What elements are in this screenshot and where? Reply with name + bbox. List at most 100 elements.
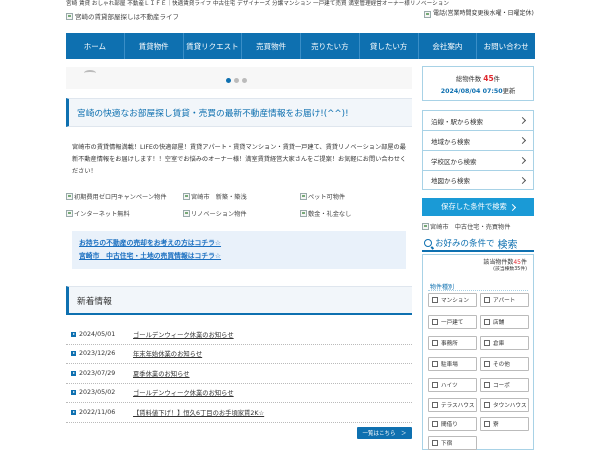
- search-by-line[interactable]: 沿線・駅から検索: [422, 110, 534, 130]
- link-zero-initial-cost[interactable]: 初期費用ゼロ円キャンペーン物件: [66, 192, 167, 201]
- image-icon: [300, 193, 307, 200]
- site-logo[interactable]: 宮崎の賃貸部屋探しは不動産ライフ: [66, 11, 179, 21]
- news-date: 2023/05/02: [79, 389, 116, 397]
- slider-dot[interactable]: [234, 78, 239, 83]
- news-title[interactable]: 【賃料値下げ！】恒久6丁目のお手頃家賃2K☆: [133, 408, 264, 417]
- hits-number: 45: [513, 259, 521, 266]
- sale-link-used-homes[interactable]: 宮崎市 中古住宅・土地の売買情報はコチラ☆: [79, 250, 399, 263]
- loading-spinner-icon: [84, 70, 96, 76]
- type-checkbox-terrace-house[interactable]: テラスハウス: [428, 398, 477, 412]
- type-checkbox-parking[interactable]: 駐車場: [428, 357, 477, 371]
- nav-item-rental-request[interactable]: 賃貸リクエスト: [184, 33, 243, 59]
- news-more-button[interactable]: 一覧はこちら ＞: [357, 427, 412, 439]
- phone-alt-text: 電話(営業時間変更後水曜・日曜定休): [433, 10, 534, 17]
- nav-item-rental[interactable]: 賃貸物件: [125, 33, 184, 59]
- arrow-icon: [71, 331, 76, 337]
- chevron-right-icon: [518, 176, 527, 184]
- checkbox-label: 寮: [493, 422, 499, 428]
- saved-search-button[interactable]: 保存した条件で検索: [422, 198, 534, 216]
- type-checkbox-dormitory[interactable]: 寮: [480, 417, 529, 431]
- nav-item-company[interactable]: 会社案内: [419, 33, 478, 59]
- type-checkbox-room-share[interactable]: 間借り: [428, 417, 477, 431]
- divider: [428, 290, 528, 291]
- checkbox[interactable]: [432, 340, 438, 346]
- nav-item-sale[interactable]: 売買物件: [242, 33, 301, 59]
- link-label: 初期費用ゼロ円キャンペーン物件: [74, 194, 167, 201]
- type-checkbox-office[interactable]: 事務所: [428, 336, 477, 350]
- sale-info-box: お持ちの不動産の売却をお考えの方はコチラ☆ 宮崎市 中古住宅・土地の売買情報はコ…: [72, 231, 406, 269]
- news-item: 2023/07/29 夏季休業のお知らせ: [66, 364, 412, 384]
- counter-unit: 件: [493, 76, 500, 83]
- type-checkbox-other[interactable]: その他: [480, 357, 529, 371]
- slider-dot[interactable]: [226, 78, 231, 83]
- news-title[interactable]: ゴールデンウィーク休業のお知らせ: [133, 388, 234, 397]
- type-checkbox-corpo[interactable]: コーポ: [480, 378, 529, 392]
- image-icon: [66, 193, 73, 200]
- main-nav: ホーム 賃貸物件 賃貸リクエスト 売買物件 売りたい方 貸したい方 会社案内 お…: [66, 33, 535, 59]
- link-pet-ok[interactable]: ペット可物件: [300, 192, 345, 201]
- search-by-map[interactable]: 地図から検索: [422, 170, 534, 190]
- nav-item-sellers[interactable]: 売りたい方: [301, 33, 360, 59]
- checkbox-label: マンション: [441, 298, 469, 304]
- checkbox[interactable]: [484, 319, 490, 325]
- sale-link-sell[interactable]: お持ちの不動産の売却をお考えの方はコチラ☆: [79, 237, 399, 250]
- checkbox-label: ハイツ: [441, 383, 458, 389]
- checkbox[interactable]: [432, 361, 438, 367]
- link-label: 敷金・礼金なし: [308, 211, 352, 218]
- link-new-build[interactable]: 宮崎市 新築・築浅: [183, 192, 247, 201]
- type-checkbox-house[interactable]: 一戸建て: [428, 315, 477, 329]
- news-title[interactable]: 夏季休業のお知らせ: [133, 369, 190, 378]
- checkbox[interactable]: [484, 421, 490, 427]
- news-date: 2024/05/01: [79, 330, 116, 338]
- checkbox[interactable]: [484, 297, 490, 303]
- checkbox[interactable]: [484, 340, 490, 346]
- search-link-label: 学校区から検索: [431, 157, 477, 166]
- search-by-school[interactable]: 学校区から検索: [422, 150, 534, 170]
- checkbox[interactable]: [484, 402, 490, 408]
- link-label: ペット可物件: [308, 194, 346, 201]
- checkbox-label: アパート: [493, 298, 516, 304]
- checkbox[interactable]: [432, 402, 438, 408]
- type-checkbox-boarding[interactable]: 下宿: [428, 436, 477, 450]
- checkbox[interactable]: [432, 319, 438, 325]
- arrow-icon: [71, 390, 76, 396]
- search-by-area[interactable]: 地域から検索: [422, 130, 534, 150]
- checkbox[interactable]: [484, 382, 490, 388]
- type-checkbox-warehouse[interactable]: 倉庫: [480, 336, 529, 350]
- checkbox-label: その他: [493, 362, 510, 368]
- type-checkbox-apartment[interactable]: アパート: [480, 293, 529, 307]
- nav-item-home[interactable]: ホーム: [66, 33, 125, 59]
- checkbox-label: 一戸建て: [441, 320, 464, 326]
- checkbox[interactable]: [484, 361, 490, 367]
- news-list: 2024/05/01 ゴールデンウィーク休業のお知らせ 2023/12/26 年…: [66, 325, 412, 423]
- checkbox[interactable]: [432, 382, 438, 388]
- filter-title-big: 検索: [497, 239, 518, 251]
- search-links: 沿線・駅から検索 地域から検索 学校区から検索 地図から検索: [422, 110, 534, 190]
- checkbox-label: テラスハウス: [441, 403, 475, 409]
- checkbox[interactable]: [432, 421, 438, 427]
- news-title[interactable]: 年末年始休業のお知らせ: [133, 349, 202, 358]
- news-date: 2023/12/26: [79, 350, 116, 358]
- filter-title: お好みの条件で: [435, 239, 495, 249]
- type-checkbox-store[interactable]: 店舗: [480, 315, 529, 329]
- type-checkbox-heights[interactable]: ハイツ: [428, 378, 477, 392]
- slider-dot[interactable]: [242, 78, 247, 83]
- link-renovation[interactable]: リノベーション物件: [183, 209, 247, 218]
- nav-item-contact[interactable]: お問い合わせ: [477, 33, 535, 59]
- arrow-icon: [71, 370, 76, 376]
- checkbox-label: 店舗: [493, 320, 505, 326]
- checkbox[interactable]: [432, 297, 438, 303]
- type-checkbox-town-house[interactable]: タウンハウス: [480, 398, 529, 412]
- hit-count: 該当物件数45件 (該当棟数35件): [483, 259, 527, 273]
- checkbox-label: 駐車場: [441, 362, 458, 368]
- link-free-internet[interactable]: インターネット無料: [66, 209, 130, 218]
- checkbox[interactable]: [432, 440, 438, 446]
- link-no-deposit[interactable]: 敷金・礼金なし: [300, 209, 351, 218]
- image-icon: [183, 193, 190, 200]
- news-title[interactable]: ゴールデンウィーク休業のお知らせ: [133, 330, 234, 339]
- miyazaki-used-homes-link[interactable]: 宮崎市 中古住宅・売買物件: [422, 222, 510, 231]
- phone-info: 電話(営業時間変更後水曜・日曜定休): [422, 9, 536, 19]
- nav-item-landlords[interactable]: 貸したい方: [360, 33, 419, 59]
- type-checkbox-mansion[interactable]: マンション: [428, 293, 477, 307]
- counter-updated: 更新: [502, 88, 516, 95]
